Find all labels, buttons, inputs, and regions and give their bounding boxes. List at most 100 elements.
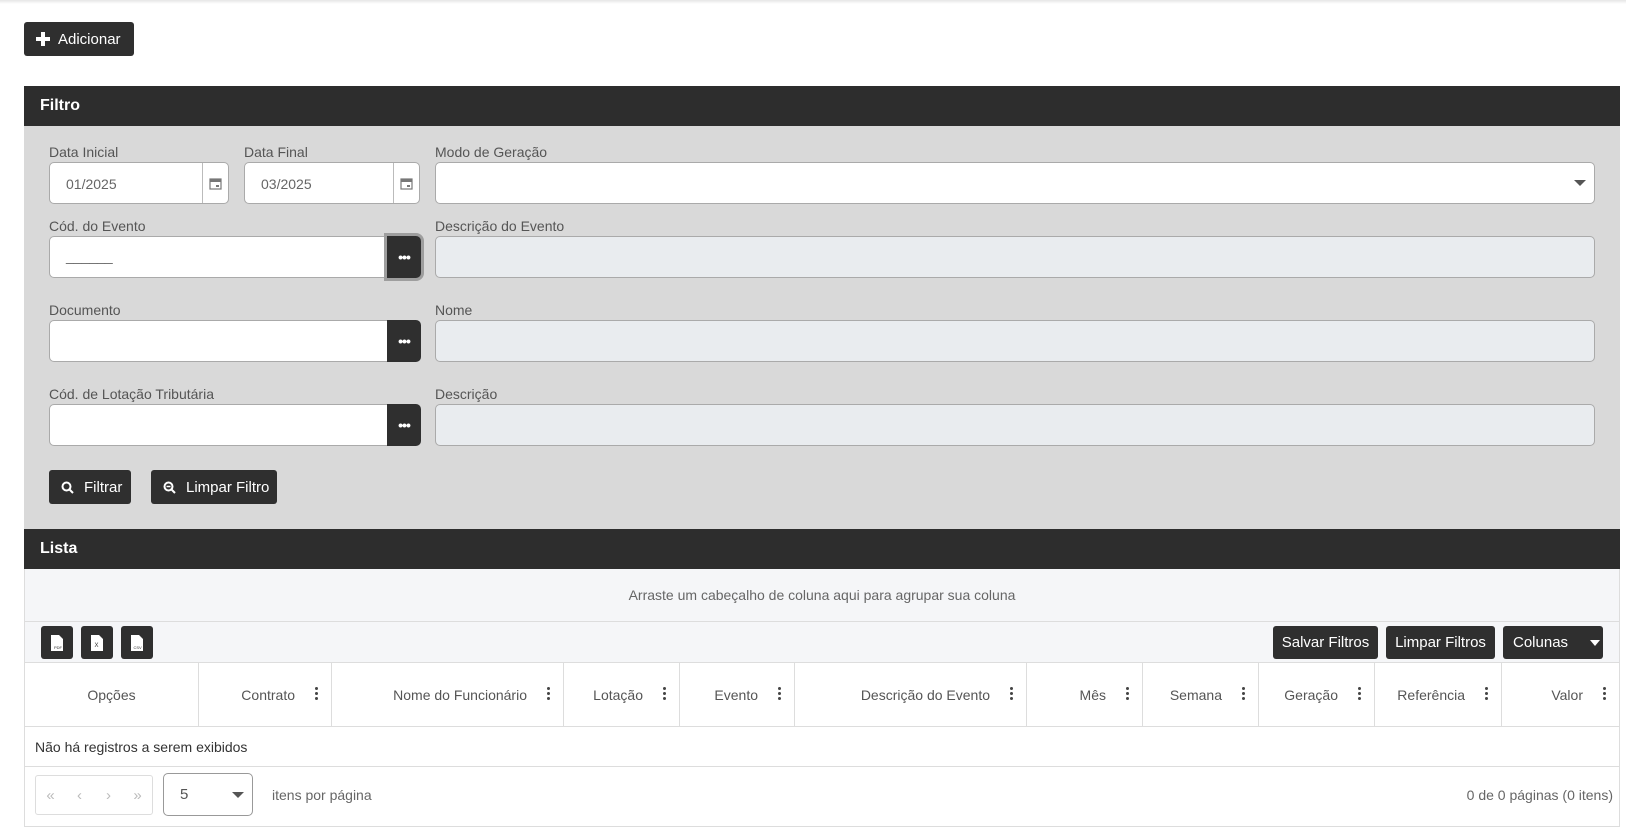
cod-lotacao-search-button[interactable]: ••• (387, 404, 421, 446)
kebab-menu-icon[interactable] (1603, 687, 1607, 702)
column-header-lotacao[interactable]: Lotação (564, 663, 680, 727)
colunas-dropdown[interactable]: Colunas (1503, 626, 1603, 659)
group-hint: Arraste um cabeçalho de coluna aqui para… (628, 587, 1016, 603)
svg-text:X: X (95, 643, 99, 649)
salvar-filtros-button[interactable]: Salvar Filtros (1273, 626, 1378, 659)
data-final-label: Data Final (244, 144, 308, 160)
column-label: Nome do Funcionário (393, 687, 527, 703)
top-shadow (0, 0, 1626, 4)
column-header-contrato[interactable]: Contrato (199, 663, 332, 727)
svg-text:PDF: PDF (54, 645, 63, 650)
grid-header: Opções Contrato Nome do Funcionário Lota… (25, 663, 1619, 727)
descricao-evento-input[interactable] (435, 236, 1595, 278)
column-label: Valor (1551, 687, 1583, 703)
column-label: Semana (1169, 687, 1222, 703)
documento-search-button[interactable]: ••• (387, 320, 421, 362)
kebab-menu-icon[interactable] (663, 687, 667, 702)
search-icon (61, 481, 74, 494)
cod-evento-input[interactable]: ______ (49, 236, 389, 278)
svg-text:CSV: CSV (134, 645, 143, 650)
cod-lotacao-label: Cód. de Lotação Tributária (49, 386, 214, 402)
page-info: 0 de 0 páginas (0 itens) (1466, 787, 1613, 803)
kebab-menu-icon[interactable] (315, 687, 319, 702)
filter-title: Filtro (40, 97, 80, 114)
add-button[interactable]: Adicionar (24, 22, 134, 56)
column-header-referencia[interactable]: Referência (1375, 663, 1502, 727)
data-inicial-label: Data Inicial (49, 144, 119, 160)
kebab-menu-icon[interactable] (547, 687, 551, 702)
column-label: Mês (1079, 687, 1106, 703)
column-label: Referência (1397, 687, 1465, 703)
list-title: Lista (40, 540, 78, 557)
column-label: Evento (714, 687, 758, 703)
limpar-filtro-button[interactable]: Limpar Filtro (151, 470, 277, 504)
page-size-select[interactable]: 5 (163, 773, 253, 816)
column-header-nome-funcionario[interactable]: Nome do Funcionário (332, 663, 564, 727)
first-page-icon[interactable]: « (36, 776, 65, 814)
grid-toolbar: PDF X CSV Salvar Filtros Limpar Filtros … (25, 622, 1619, 663)
data-final-input[interactable]: 03/2025 (244, 162, 420, 204)
caret-down-icon (1590, 639, 1601, 646)
nome-input[interactable] (435, 320, 1595, 362)
page-size-value: 5 (180, 786, 189, 803)
export-csv-button[interactable]: CSV (121, 626, 153, 659)
calendar-icon[interactable] (393, 163, 419, 203)
group-drop-zone[interactable]: Arraste um cabeçalho de coluna aqui para… (25, 569, 1619, 622)
column-header-semana[interactable]: Semana (1143, 663, 1259, 727)
chevron-down-icon (232, 792, 244, 798)
pager-nav-group: « ‹ › » (35, 775, 153, 815)
cod-evento-value: ______ (66, 248, 113, 264)
excel-icon: X (91, 634, 103, 651)
list-panel: Arraste um cabeçalho de coluna aqui para… (24, 569, 1620, 827)
export-excel-button[interactable]: X (81, 626, 113, 659)
column-label: Descrição do Evento (860, 687, 990, 703)
add-button-label: Adicionar (58, 30, 121, 48)
kebab-menu-icon[interactable] (778, 687, 782, 702)
documento-input[interactable] (49, 320, 389, 362)
column-header-geracao[interactable]: Geração (1259, 663, 1375, 727)
modo-geracao-select[interactable] (435, 162, 1595, 204)
descricao-label: Descrição (435, 386, 498, 402)
data-final-value: 03/2025 (261, 176, 312, 192)
column-header-valor[interactable]: Valor (1502, 663, 1619, 727)
column-header-evento[interactable]: Evento (680, 663, 795, 727)
filtrar-button[interactable]: Filtrar (49, 470, 131, 504)
kebab-menu-icon[interactable] (1485, 687, 1489, 702)
column-label: Opções (87, 687, 136, 703)
kebab-menu-icon[interactable] (1126, 687, 1130, 702)
filter-panel: Data Inicial 01/2025 Data Final 03/2025 … (24, 126, 1620, 529)
data-inicial-input[interactable]: 01/2025 (49, 162, 229, 204)
column-label: Contrato (241, 687, 295, 703)
documento-label: Documento (49, 302, 121, 318)
column-header-opcoes: Opções (25, 663, 199, 727)
descricao-evento-label: Descrição do Evento (435, 218, 565, 234)
empty-message: Não há registros a serem exibidos (25, 727, 1619, 767)
cod-evento-search-button[interactable]: ••• (387, 236, 421, 278)
csv-icon: CSV (131, 634, 143, 651)
column-header-mes[interactable]: Mês (1027, 663, 1143, 727)
ellipsis-icon: ••• (398, 333, 411, 349)
last-page-icon[interactable]: » (123, 776, 152, 814)
filtrar-label: Filtrar (84, 478, 123, 496)
colunas-label: Colunas (1513, 634, 1569, 651)
pager: « ‹ › » 5 itens por página 0 de 0 página… (25, 767, 1619, 825)
kebab-menu-icon[interactable] (1010, 687, 1014, 702)
calendar-icon[interactable] (202, 163, 228, 203)
export-pdf-button[interactable]: PDF (41, 626, 73, 659)
data-inicial-value: 01/2025 (66, 176, 117, 192)
plus-icon (36, 32, 50, 46)
chevron-down-icon (1574, 180, 1586, 186)
descricao-input[interactable] (435, 404, 1595, 446)
ellipsis-icon: ••• (398, 249, 411, 265)
list-panel-header: Lista (24, 529, 1620, 569)
kebab-menu-icon[interactable] (1358, 687, 1362, 702)
cod-lotacao-input[interactable] (49, 404, 389, 446)
limpar-filtros-button[interactable]: Limpar Filtros (1386, 626, 1495, 659)
column-header-descricao-evento[interactable]: Descrição do Evento (795, 663, 1027, 727)
next-page-icon[interactable]: › (94, 776, 123, 814)
kebab-menu-icon[interactable] (1242, 687, 1246, 702)
per-page-label: itens por página (272, 787, 372, 803)
zoom-out-icon (163, 481, 176, 494)
pdf-icon: PDF (51, 634, 63, 651)
prev-page-icon[interactable]: ‹ (65, 776, 94, 814)
